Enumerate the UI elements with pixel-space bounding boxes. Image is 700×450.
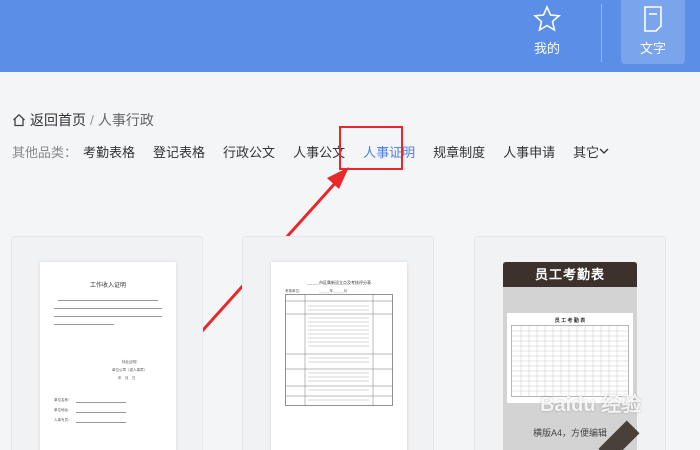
text-line xyxy=(58,300,158,301)
text-line xyxy=(76,422,126,423)
doc-text: 单位名称： xyxy=(54,398,72,402)
doc-text: 单位地址： xyxy=(54,408,72,412)
sheet-title: 员 工 考 勤 表 xyxy=(554,318,586,324)
template-card-assessment-table[interactable]: ______市区属新设立点及考核评分表 考核单位： ______年______月 xyxy=(242,236,434,450)
text-line xyxy=(54,308,162,309)
text-line xyxy=(76,412,126,413)
template-card-attendance-sheet[interactable]: 员工考勤表 员 工 考 勤 表 横版A4，方便编辑 xyxy=(474,236,666,450)
doc-title: 工作收入证明 xyxy=(89,283,126,289)
document-preview: 工作收入证明 特此证明！ 单位公章（或人事章） 年 月 日 单位名称： 单位地址… xyxy=(40,262,176,450)
baidu-watermark: Baidu 经验 xyxy=(540,394,642,416)
text-line xyxy=(54,316,162,317)
text-line xyxy=(76,402,126,403)
document-preview: ______市区属新设立点及考核评分表 考核单位： ______年______月 xyxy=(271,262,407,450)
doc-text: 单位公章（或人事章） xyxy=(112,368,147,372)
doc-title: ______市区属新设立点及考核评分表 xyxy=(307,280,371,285)
doc-text: 人事专员： xyxy=(54,418,72,422)
text-line xyxy=(54,324,114,325)
doc-table xyxy=(285,294,393,406)
poster-preview: 员工考勤表 员 工 考 勤 表 横版A4，方便编辑 xyxy=(503,262,640,450)
doc-text: 特此证明！ xyxy=(122,360,140,364)
sheet-grid xyxy=(511,325,629,397)
template-card-income-proof[interactable]: 工作收入证明 特此证明！ 单位公章（或人事章） 年 月 日 单位名称： 单位地址… xyxy=(11,236,203,450)
poster-banner: 员工考勤表 xyxy=(503,262,637,287)
doc-text: 年 月 日 xyxy=(118,376,136,380)
